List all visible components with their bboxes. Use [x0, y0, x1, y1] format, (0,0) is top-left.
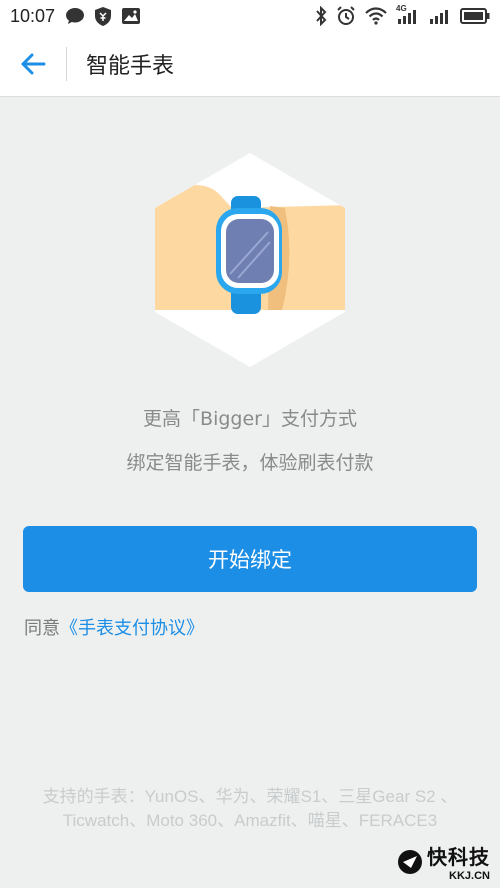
system-icons: 4G — [315, 4, 490, 26]
status-bar: 10:07 4G — [0, 0, 500, 32]
kkj-logo-icon — [398, 849, 422, 874]
subline: 绑定智能手表，体验刷表付款 — [126, 452, 374, 474]
notification-icons — [65, 6, 141, 26]
supported-watches-text: 支持的手表：YunOS、华为、荣耀S1、三星Gear S2 、Ticwatch、… — [42, 787, 458, 830]
wifi-icon — [365, 7, 387, 25]
agreement: 同意《手表支付协议》 — [24, 614, 204, 640]
arrow-left-icon — [21, 53, 46, 75]
shield-icon — [95, 6, 112, 26]
watermark-cn: 快科技 — [427, 847, 490, 869]
battery-icon — [460, 8, 490, 24]
agreement-link[interactable]: 《手表支付协议》 — [60, 618, 204, 639]
watermark-logo: 快科技 KKJ.CN — [397, 841, 490, 882]
signal-icon: 4G — [396, 4, 420, 25]
network-type-label: 4G — [396, 4, 407, 13]
back-button[interactable] — [0, 32, 66, 97]
page-title: 智能手表 — [86, 54, 175, 79]
chat-bubble-icon — [65, 7, 85, 25]
app-bar: 智能手表 — [0, 32, 500, 97]
agreement-prefix: 同意 — [24, 618, 60, 639]
image-notification-icon — [121, 7, 141, 25]
smartwatch-illustration — [150, 150, 350, 370]
signal-icon — [429, 7, 451, 25]
alarm-icon — [336, 6, 356, 26]
start-binding-button[interactable]: 开始绑定 — [23, 526, 477, 592]
bluetooth-icon — [315, 6, 327, 26]
status-time: 10:07 — [10, 5, 56, 26]
headline: 更高「Bigger」支付方式 — [143, 408, 357, 430]
watermark-en: KKJ.CN — [449, 870, 490, 882]
app-bar-divider — [66, 47, 67, 81]
